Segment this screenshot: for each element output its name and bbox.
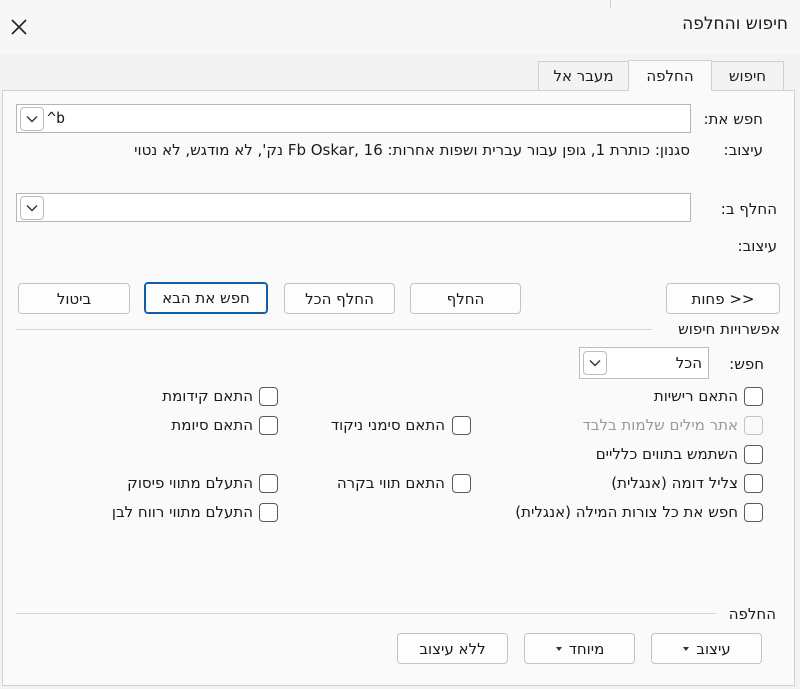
tab-search-label: חיפוש (728, 67, 767, 85)
replace-input[interactable] (16, 193, 691, 222)
match-case-label: התאם רישיות (653, 387, 738, 405)
match-prefix-checkbox[interactable] (259, 387, 278, 406)
find-input-value: ^b (47, 109, 66, 127)
ignore-punct-checkbox[interactable] (259, 474, 278, 493)
search-options-title: אפשרויות חיפוש (678, 320, 780, 338)
find-input[interactable]: ^b (16, 104, 691, 133)
tab-replace-label: החלפה (646, 66, 694, 85)
match-case-checkbox[interactable] (744, 387, 763, 406)
less-button[interactable]: << פחות (666, 283, 780, 314)
whole-words-checkbox (744, 416, 763, 435)
tab-goto-label: מעבר אל (553, 67, 614, 85)
tab-search[interactable]: חיפוש (711, 61, 784, 90)
title-bar-divider (610, 0, 611, 8)
find-format-label: עיצוב: (723, 141, 763, 159)
all-word-forms-checkbox[interactable] (744, 503, 763, 522)
find-format-value: סגנון: כותרת 1, גופן עבור עברית ושפות אח… (134, 141, 690, 159)
search-direction-value: הכל (675, 354, 702, 372)
replace-section-title: החלפה (728, 605, 776, 623)
find-label: חפש את: (703, 110, 763, 128)
chevron-down-icon (26, 116, 38, 123)
match-suffix-label: התאם סיומת (171, 416, 253, 434)
replace-history-dropdown[interactable] (20, 196, 44, 220)
all-word-forms-label: חפש את כל צורות המילה (אנגלית) (515, 503, 738, 521)
replace-format-label: עיצוב: (737, 237, 777, 255)
chevron-down-icon (26, 205, 38, 212)
search-direction-label: חפש: (729, 355, 764, 373)
match-suffix-checkbox[interactable] (259, 416, 278, 435)
ignore-space-label: התעלם מתווי רווח לבן (111, 503, 253, 521)
search-direction-select[interactable]: הכל (579, 347, 709, 379)
replace-label: החלף ב: (720, 200, 777, 218)
match-diacritics-checkbox[interactable] (452, 416, 471, 435)
close-icon (11, 19, 27, 35)
match-diacritics-label: התאם סימני ניקוד (330, 416, 445, 434)
close-button[interactable] (6, 14, 32, 40)
ignore-space-checkbox[interactable] (259, 503, 278, 522)
cancel-button[interactable]: ביטול (18, 283, 130, 314)
search-options-divider (16, 329, 652, 330)
match-kashida-label: התאם תווי בקרה (336, 474, 445, 492)
find-next-button[interactable]: חפש את הבא (144, 282, 268, 314)
window-title: חיפוש והחלפה (682, 14, 788, 34)
wildcards-checkbox[interactable] (744, 445, 763, 464)
chevron-down-icon (589, 360, 601, 367)
search-direction-dropdown[interactable] (583, 351, 607, 375)
tab-replace[interactable]: החלפה (628, 60, 712, 91)
special-button[interactable]: מיוחד (524, 633, 635, 664)
format-button-label: עיצוב (696, 639, 731, 658)
sounds-like-label: צליל דומה (אנגלית) (611, 474, 738, 492)
replace-button[interactable]: החלף (410, 283, 521, 314)
sounds-like-checkbox[interactable] (744, 474, 763, 493)
replace-all-button[interactable]: החלף הכל (284, 283, 395, 314)
format-button[interactable]: עיצוב (651, 633, 762, 664)
match-prefix-label: התאם קידומת (162, 387, 253, 405)
replace-section-divider (16, 613, 716, 614)
find-history-dropdown[interactable] (20, 107, 44, 131)
no-format-button[interactable]: ללא עיצוב (397, 633, 508, 664)
caret-down-icon (555, 646, 562, 651)
caret-down-icon (683, 646, 690, 651)
special-button-label: מיוחד (568, 639, 605, 658)
whole-words-label: אתר מילים שלמות בלבד (582, 416, 738, 434)
title-bar (0, 0, 800, 54)
match-kashida-checkbox[interactable] (452, 474, 471, 493)
wildcards-label: השתמש בתווים כלליים (595, 445, 738, 463)
ignore-punct-label: התעלם מתווי פיסוק (127, 474, 253, 492)
tab-goto[interactable]: מעבר אל (538, 61, 629, 90)
